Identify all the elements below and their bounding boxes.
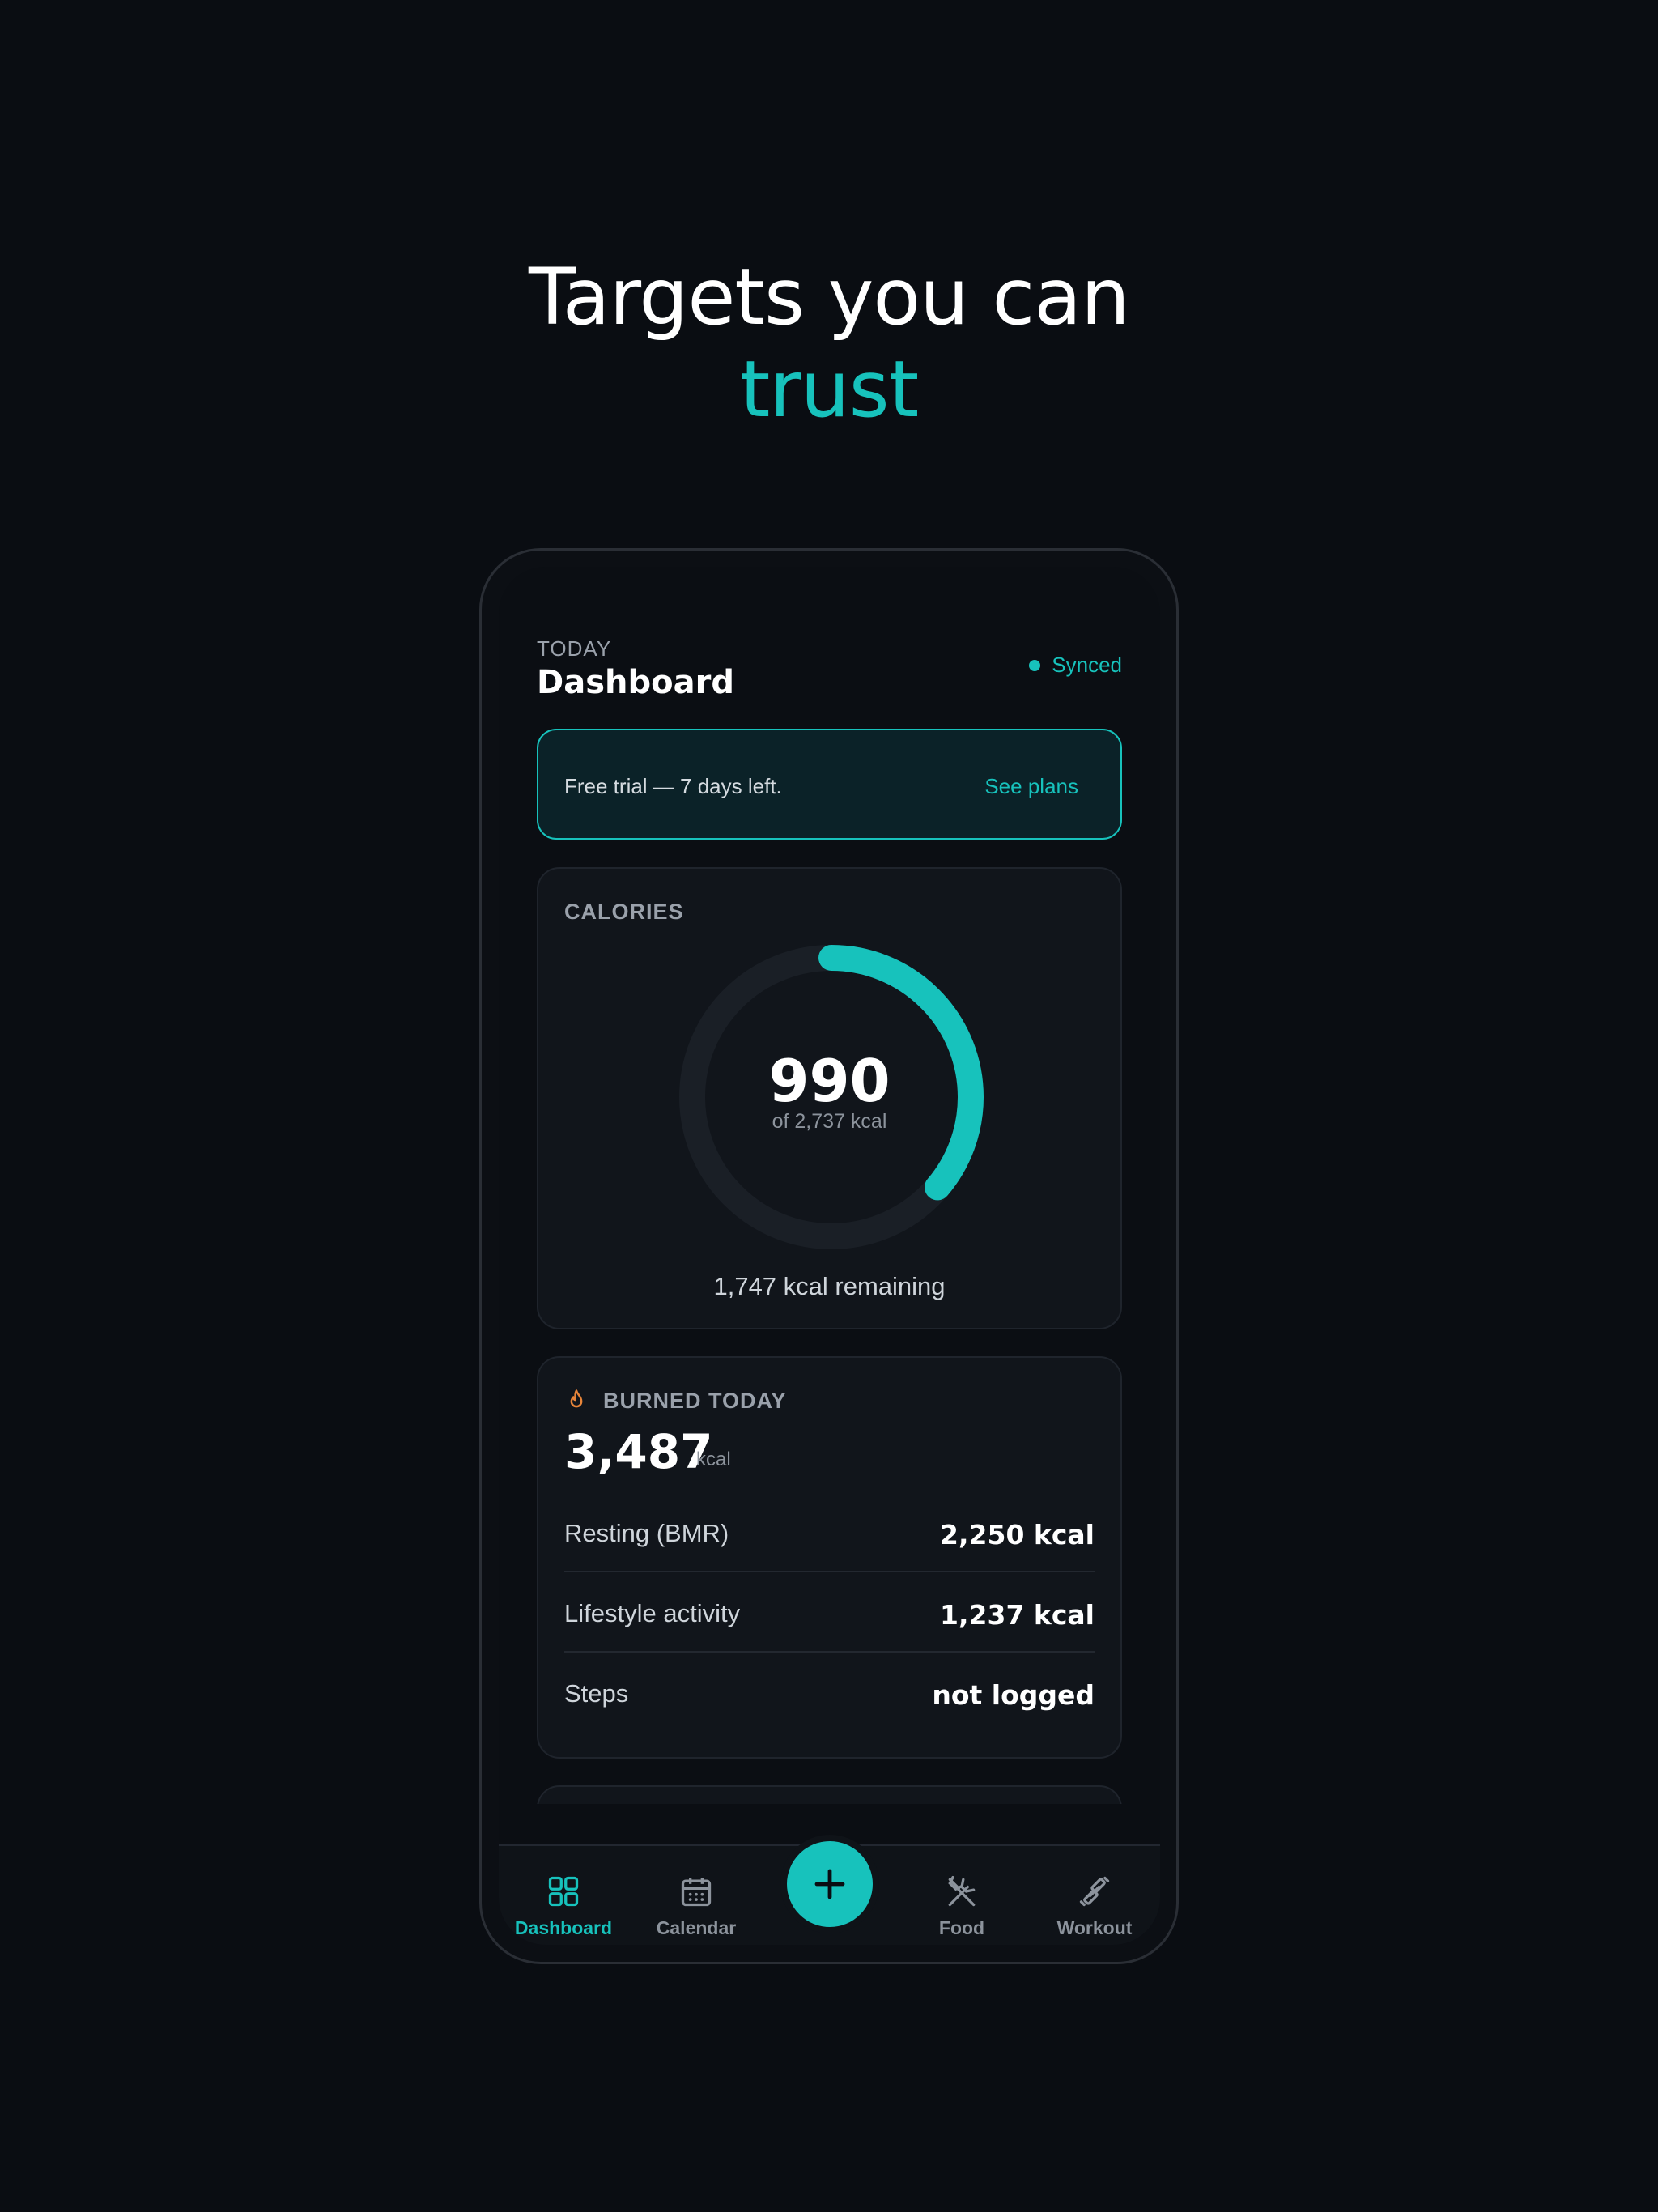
tab-food[interactable]: Food xyxy=(905,1874,1018,1939)
calories-card[interactable]: CALORIES 990 of 2,737 kcal 1,747 kcal re… xyxy=(537,867,1122,1329)
grid-icon xyxy=(548,1876,579,1907)
burned-label: BURNED TODAY xyxy=(603,1389,787,1413)
burned-total: 3,487 xyxy=(564,1424,713,1479)
plus-icon xyxy=(814,1869,845,1899)
calories-remaining: 1,747 kcal remaining xyxy=(713,1272,946,1300)
burn-row-value: 2,250 kcal xyxy=(940,1519,1095,1551)
calories-consumed: 990 xyxy=(768,1047,891,1115)
trial-message: Free trial — 7 days left. xyxy=(564,774,782,798)
utensils-icon xyxy=(948,1875,976,1907)
see-plans-link[interactable]: See plans xyxy=(984,774,1078,799)
burn-row: Resting (BMR) 2,250 kcal xyxy=(564,1493,1095,1572)
burn-row-label: Steps xyxy=(564,1679,629,1708)
add-entry-button[interactable] xyxy=(787,1841,873,1927)
headline-line-2: trust xyxy=(739,344,920,435)
flame-icon xyxy=(570,1389,583,1408)
tab-calendar[interactable]: Calendar xyxy=(640,1874,753,1939)
date-eyebrow: TODAY xyxy=(537,636,612,661)
tab-label: Calendar xyxy=(656,1917,737,1938)
dashboard-scroll-area[interactable]: TODAY Dashboard Synced Free trial — 7 da… xyxy=(499,567,1160,1804)
calories-target: of 2,737 kcal xyxy=(772,1110,887,1133)
sync-status: Synced xyxy=(1029,653,1122,678)
calendar-icon xyxy=(681,1878,712,1907)
next-card-peek xyxy=(537,1785,1122,1804)
burn-row-value: not logged xyxy=(932,1679,1095,1711)
tab-dashboard[interactable]: Dashboard xyxy=(507,1874,620,1939)
page-title: Dashboard xyxy=(537,664,734,701)
burn-row-label: Resting (BMR) xyxy=(564,1519,729,1547)
burn-row: Lifestyle activity 1,237 kcal xyxy=(564,1573,1095,1653)
calories-label: CALORIES xyxy=(564,900,684,924)
phone-screen: TODAY Dashboard Synced Free trial — 7 da… xyxy=(499,567,1160,1945)
headline-line-1: Targets you can xyxy=(529,252,1130,342)
headline: Targets you can trust xyxy=(0,251,1658,436)
tab-workout[interactable]: Workout xyxy=(1038,1874,1151,1939)
trial-banner: Free trial — 7 days left. See plans xyxy=(537,729,1122,840)
burn-row-value: 1,237 kcal xyxy=(940,1599,1095,1631)
sync-status-label: Synced xyxy=(1052,653,1122,677)
burn-row-label: Lifestyle activity xyxy=(564,1599,741,1627)
tab-label: Food xyxy=(938,1917,985,1938)
burned-today-card[interactable]: BURNED TODAY 3,487 kcal Resting (BMR) 2,… xyxy=(537,1356,1122,1759)
burned-unit: kcal xyxy=(696,1448,731,1470)
dumbbell-icon xyxy=(1079,1876,1110,1907)
burn-row: Steps not logged xyxy=(564,1653,1095,1733)
tab-label: Workout xyxy=(1056,1917,1133,1938)
sync-dot-icon xyxy=(1029,659,1041,671)
tab-label: Dashboard xyxy=(514,1917,613,1938)
